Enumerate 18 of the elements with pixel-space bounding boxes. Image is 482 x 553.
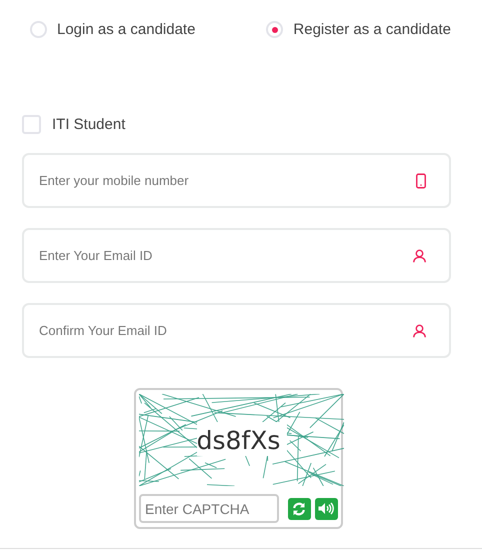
input-field[interactable]: Confirm Your Email ID bbox=[22, 303, 451, 358]
speaker-icon bbox=[318, 502, 334, 515]
input-field[interactable]: Enter Your Email ID bbox=[22, 228, 451, 283]
input-field[interactable]: Enter your mobile number bbox=[22, 153, 451, 208]
captcha-code: ds8fXs bbox=[196, 426, 282, 455]
refresh-button[interactable] bbox=[288, 498, 311, 520]
radio-button[interactable] bbox=[266, 21, 284, 38]
refresh-icon bbox=[292, 502, 306, 516]
checkbox[interactable] bbox=[22, 115, 41, 134]
phone-icon bbox=[416, 173, 426, 188]
audio-button[interactable] bbox=[314, 498, 338, 520]
person-icon bbox=[413, 249, 426, 262]
radio-label[interactable]: Register as a candidate bbox=[293, 21, 451, 38]
radio-button[interactable] bbox=[30, 21, 47, 38]
radio-label[interactable]: Login as a candidate bbox=[57, 21, 196, 38]
checkbox-label[interactable]: ITI Student bbox=[52, 116, 126, 133]
person-icon bbox=[413, 324, 426, 337]
captcha-input[interactable]: Enter CAPTCHA bbox=[139, 494, 279, 523]
